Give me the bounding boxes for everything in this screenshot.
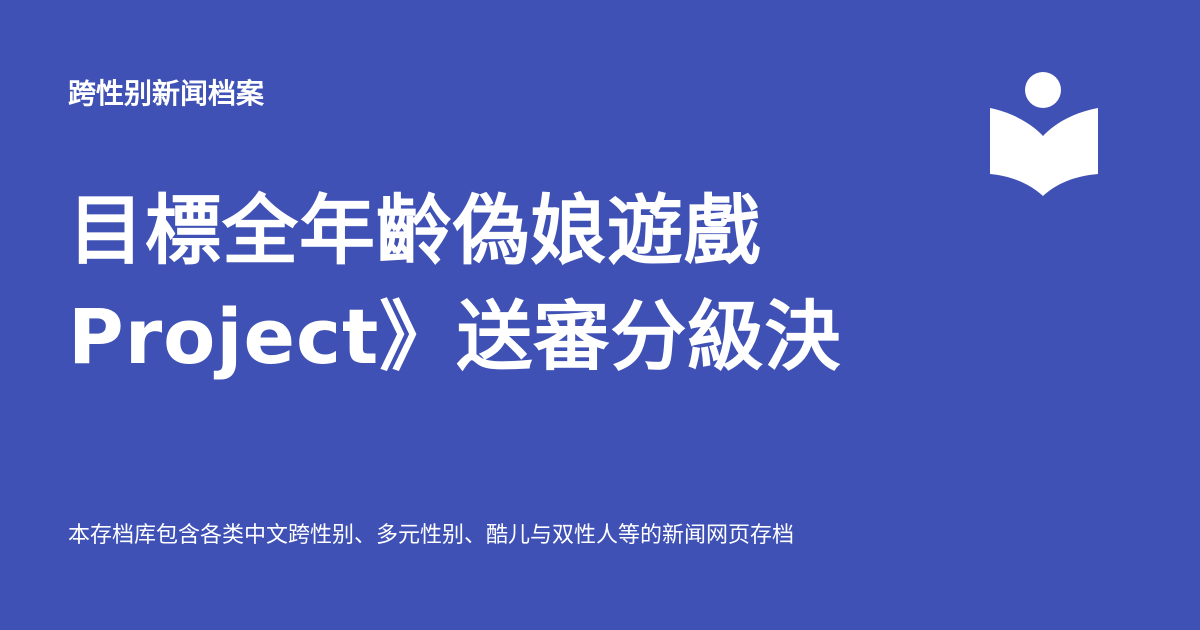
article-title-line-2: Project》送審分級決: [68, 292, 842, 381]
book-reader-icon: [990, 72, 1098, 196]
site-name: 跨性别新闻档案: [68, 77, 265, 110]
title-container: 目標全年齡偽娘遊戲 Project》送審分級決: [68, 178, 892, 398]
og-card: 跨性别新闻档案 目標全年齡偽娘遊戲 Project》送審分級決 本存档库包含各类…: [0, 0, 1200, 630]
description-container: 本存档库包含各类中文跨性别、多元性别、酷儿与双性人等的新闻网页存档: [68, 516, 892, 556]
article-title: 目標全年齡偽娘遊戲 Project》送審分級決: [68, 178, 892, 390]
site-description: 本存档库包含各类中文跨性别、多元性别、酷儿与双性人等的新闻网页存档: [68, 523, 795, 548]
article-title-line-1: 目標全年齡偽娘遊戲: [68, 186, 761, 275]
